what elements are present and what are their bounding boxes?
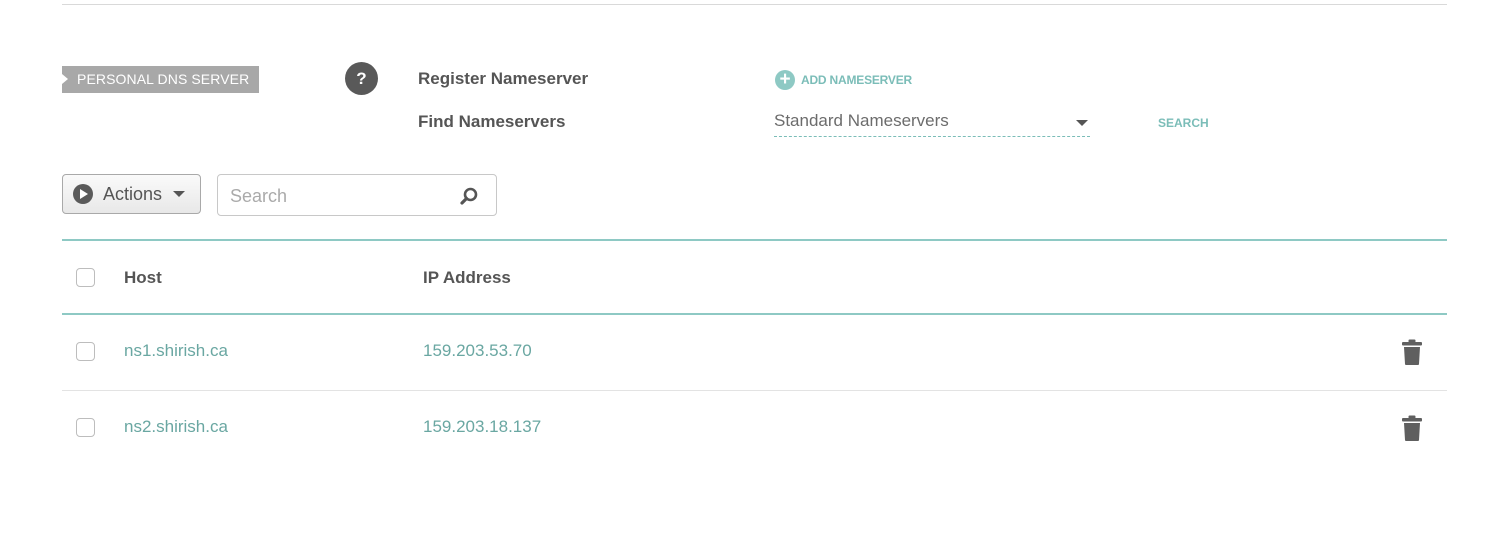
add-nameserver-label: ADD NAMESERVER: [801, 72, 912, 87]
search-box: [217, 174, 497, 216]
nameserver-type-value: Standard Nameservers: [774, 111, 949, 130]
search-input[interactable]: [228, 183, 452, 209]
actions-button[interactable]: Actions: [62, 174, 201, 214]
host-link[interactable]: ns1.shirish.ca: [124, 341, 228, 361]
top-divider: [62, 4, 1447, 5]
magnifier-icon[interactable]: [460, 187, 478, 205]
actions-label: Actions: [103, 183, 163, 204]
column-header-ip[interactable]: IP Address: [423, 268, 511, 288]
table-row: ns1.shirish.ca 159.203.53.70: [62, 315, 1447, 391]
plus-circle-icon: +: [775, 69, 795, 90]
add-nameserver-button[interactable]: + ADD NAMESERVER: [775, 69, 912, 90]
play-circle-icon: [73, 184, 93, 204]
select-all-checkbox[interactable]: [76, 268, 95, 287]
host-link[interactable]: ns2.shirish.ca: [124, 417, 228, 437]
ip-address: 159.203.53.70: [423, 341, 532, 360]
trash-icon[interactable]: [1402, 415, 1422, 441]
nameserver-type-select[interactable]: Standard Nameservers: [774, 109, 1090, 137]
help-icon[interactable]: ?: [345, 62, 378, 95]
column-header-host[interactable]: Host: [124, 268, 162, 288]
trash-icon[interactable]: [1402, 339, 1422, 365]
table-header: Host IP Address: [62, 239, 1447, 315]
table-row: ns2.shirish.ca 159.203.18.137: [62, 391, 1447, 467]
row-checkbox[interactable]: [76, 418, 95, 437]
dns-page: PERSONAL DNS SERVER ? Register Nameserve…: [0, 0, 1512, 557]
caret-down-icon: [173, 191, 186, 197]
chevron-down-icon: [1076, 120, 1088, 126]
search-nameservers-button[interactable]: SEARCH: [1158, 116, 1209, 130]
nameserver-table: Host IP Address ns1.shirish.ca 159.203.5…: [62, 239, 1447, 467]
ip-address: 159.203.18.137: [423, 417, 542, 436]
row-checkbox[interactable]: [76, 342, 95, 361]
find-nameservers-label: Find Nameservers: [418, 112, 566, 131]
register-nameserver-label: Register Nameserver: [418, 69, 589, 88]
section-tag: PERSONAL DNS SERVER: [62, 66, 260, 93]
